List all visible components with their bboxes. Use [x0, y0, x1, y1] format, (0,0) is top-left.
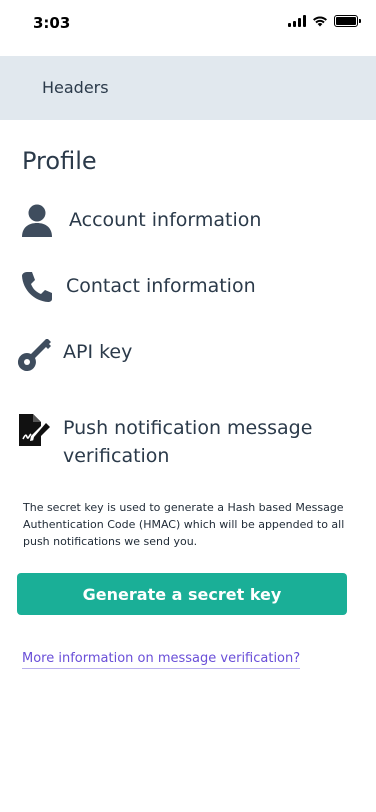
- header-title: Headers: [42, 78, 109, 97]
- menu-item-label: API key: [63, 341, 133, 363]
- page-title: Profile: [22, 147, 97, 175]
- wifi-icon: [313, 16, 327, 27]
- header-bar: Headers: [0, 56, 376, 120]
- status-bar: 3:03: [0, 0, 376, 48]
- menu-item-contact-information[interactable]: Contact information: [0, 262, 376, 314]
- menu-item-label: Push notification message verification: [63, 417, 313, 467]
- menu-item-account-information[interactable]: Account information: [0, 196, 376, 248]
- status-icons: [288, 15, 361, 27]
- signature-icon: [19, 414, 50, 446]
- generate-secret-key-button[interactable]: Generate a secret key: [17, 573, 347, 615]
- phone-icon: [22, 272, 52, 302]
- key-icon: [18, 339, 51, 371]
- secret-key-description: The secret key is used to generate a Has…: [23, 501, 345, 548]
- signal-icon: [288, 15, 306, 27]
- message-verification-info-link[interactable]: More information on message verification…: [22, 651, 301, 669]
- person-icon: [22, 204, 52, 237]
- menu-item-push-notification-verification[interactable]: Push notification message verification: [0, 410, 376, 472]
- menu-item-api-key[interactable]: API key: [0, 328, 376, 380]
- menu-item-label: Account information: [69, 209, 262, 231]
- status-time: 3:03: [33, 14, 71, 32]
- battery-icon: [334, 15, 361, 27]
- menu-item-label: Contact information: [66, 275, 256, 297]
